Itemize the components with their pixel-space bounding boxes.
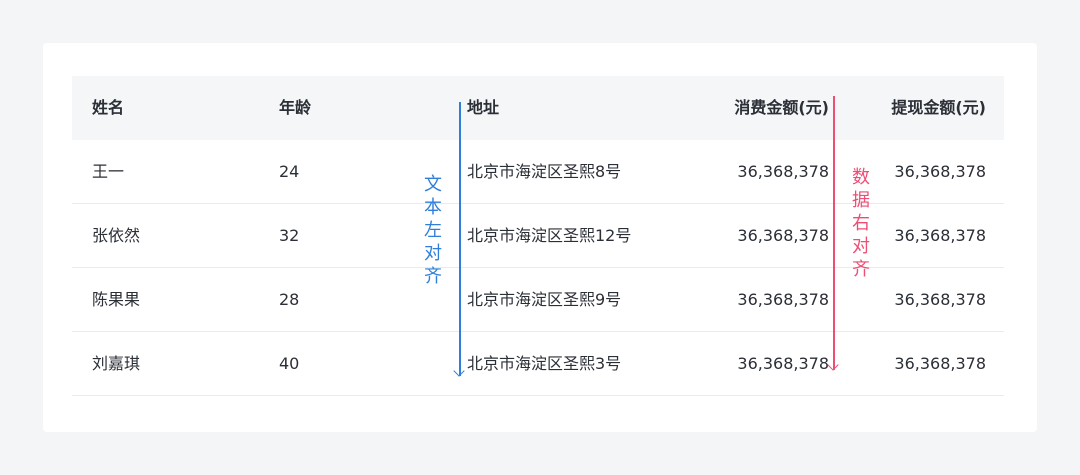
cell-spend-amount: 36,368,378 bbox=[737, 290, 829, 309]
cell-address: 北京市海淀区圣熙12号 bbox=[467, 226, 632, 245]
cell-spend-amount: 36,368,378 bbox=[737, 162, 829, 181]
table-card: 姓名 年龄 地址 消费金额(元) 提现金额(元) 王一 24 北京市海淀区圣熙8… bbox=[43, 43, 1037, 432]
header-age[interactable]: 年龄 bbox=[279, 76, 311, 140]
cell-name: 王一 bbox=[92, 162, 125, 181]
cell-name: 陈果果 bbox=[92, 290, 141, 309]
cell-withdraw-amount: 36,368,378 bbox=[894, 290, 986, 309]
left-align-guide-line bbox=[459, 102, 461, 376]
right-align-guide-line bbox=[833, 96, 835, 370]
cell-age: 24 bbox=[279, 162, 300, 181]
cell-withdraw-amount: 36,368,378 bbox=[894, 226, 986, 245]
right-align-annotation: 数据右对齐 bbox=[852, 167, 870, 280]
cell-spend-amount: 36,368,378 bbox=[737, 226, 829, 245]
header-withdraw-amount[interactable]: 提现金额(元) bbox=[891, 76, 986, 140]
cell-age: 28 bbox=[279, 290, 300, 309]
cell-age: 40 bbox=[279, 354, 300, 373]
cell-address: 北京市海淀区圣熙9号 bbox=[467, 290, 622, 309]
cell-address: 北京市海淀区圣熙3号 bbox=[467, 354, 622, 373]
cell-name: 张依然 bbox=[92, 226, 141, 245]
table-row[interactable]: 刘嘉琪 40 北京市海淀区圣熙3号 36,368,378 36,368,378 bbox=[72, 332, 1004, 396]
cell-withdraw-amount: 36,368,378 bbox=[894, 354, 986, 373]
cell-age: 32 bbox=[279, 226, 300, 245]
cell-spend-amount: 36,368,378 bbox=[737, 354, 829, 373]
header-spend-amount[interactable]: 消费金额(元) bbox=[734, 76, 829, 140]
table-header-row: 姓名 年龄 地址 消费金额(元) 提现金额(元) bbox=[72, 76, 1004, 140]
cell-withdraw-amount: 36,368,378 bbox=[894, 162, 986, 181]
cell-name: 刘嘉琪 bbox=[92, 354, 141, 373]
header-address[interactable]: 地址 bbox=[467, 76, 499, 140]
left-align-annotation: 文本左对齐 bbox=[424, 174, 442, 287]
header-name[interactable]: 姓名 bbox=[92, 76, 124, 140]
cell-address: 北京市海淀区圣熙8号 bbox=[467, 162, 622, 181]
